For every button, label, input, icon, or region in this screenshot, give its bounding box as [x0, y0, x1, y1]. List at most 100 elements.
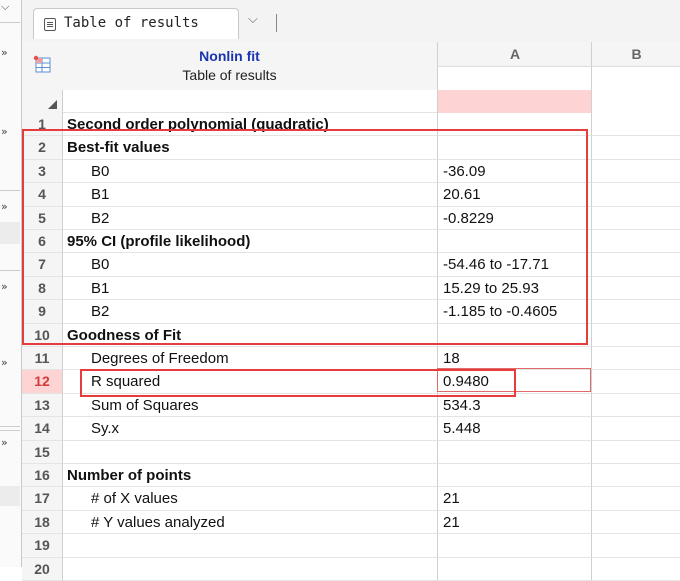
- value-cell-a[interactable]: [437, 136, 591, 160]
- value-cell-a[interactable]: 18: [437, 347, 591, 371]
- value-cell-a[interactable]: 5.448: [437, 417, 591, 441]
- row-number[interactable]: 11: [22, 347, 63, 371]
- value-cell-b[interactable]: [591, 557, 680, 581]
- row-number[interactable]: 4: [22, 183, 63, 207]
- value-cell-b[interactable]: [591, 393, 680, 418]
- value-cell-b[interactable]: [591, 230, 680, 254]
- expand-chevron-icon[interactable]: »: [1, 200, 8, 213]
- value-cell-a[interactable]: 534.3: [437, 393, 591, 418]
- row-label-cell[interactable]: Second order polynomial (quadratic): [63, 113, 437, 137]
- value-cell-a[interactable]: 21: [437, 510, 591, 535]
- row-number[interactable]: 12: [22, 370, 63, 394]
- value-cell-b[interactable]: [591, 440, 680, 464]
- row-number[interactable]: 18: [22, 510, 63, 535]
- row-label-cell[interactable]: Degrees of Freedom: [63, 347, 437, 371]
- row-number[interactable]: 15: [22, 440, 63, 464]
- value-cell-b[interactable]: [591, 347, 680, 371]
- value-cell-b[interactable]: [591, 206, 680, 230]
- value-cell-b[interactable]: [591, 136, 680, 160]
- row-label-cell[interactable]: B2: [63, 207, 437, 230]
- table-row: 7 B0 -54.46 to -17.71: [22, 253, 680, 277]
- value-cell-a[interactable]: [437, 440, 591, 464]
- row-number[interactable]: 19: [22, 534, 63, 558]
- value-cell-a[interactable]: 15.29 to 25.93: [437, 276, 591, 301]
- value-cell-b[interactable]: [591, 510, 680, 535]
- row-label-cell[interactable]: B2: [63, 300, 437, 324]
- row-number[interactable]: 2: [22, 136, 63, 160]
- row-label-cell[interactable]: [63, 558, 437, 581]
- row-label-cell[interactable]: B1: [63, 277, 437, 301]
- value-cell-b[interactable]: [591, 487, 680, 511]
- expand-chevron-icon[interactable]: »: [1, 280, 8, 293]
- row-number[interactable]: 16: [22, 464, 63, 488]
- row-label-cell[interactable]: # of X values: [63, 487, 437, 511]
- row-number[interactable]: 10: [22, 323, 63, 347]
- row-label-cell[interactable]: B1: [63, 183, 437, 207]
- tab-dropdown-icon[interactable]: ⌵: [248, 12, 258, 27]
- row-number[interactable]: 13: [22, 393, 63, 418]
- value-cell-b[interactable]: [591, 300, 680, 324]
- row-label-cell[interactable]: [63, 534, 437, 558]
- row-number[interactable]: 17: [22, 487, 63, 511]
- value-cell-a[interactable]: -1.185 to -0.4605: [437, 300, 591, 324]
- expand-chevron-icon[interactable]: »: [1, 436, 8, 449]
- column-header-a[interactable]: A: [437, 42, 592, 90]
- expand-chevron-icon[interactable]: »: [1, 356, 8, 369]
- value-cell-b[interactable]: [591, 370, 680, 394]
- value-cell-a[interactable]: [437, 113, 591, 137]
- row-number[interactable]: 8: [22, 276, 63, 301]
- value-cell-b[interactable]: [591, 323, 680, 347]
- row-label-cell[interactable]: R squared: [63, 370, 437, 394]
- value-cell-b[interactable]: [591, 417, 680, 441]
- value-cell-b[interactable]: [591, 253, 680, 277]
- value-cell-a[interactable]: [437, 464, 591, 488]
- value-cell-a[interactable]: -36.09: [437, 159, 591, 184]
- value-cell-b[interactable]: [591, 159, 680, 184]
- column-a-selected-header[interactable]: [437, 90, 591, 113]
- row-label-cell[interactable]: 95% CI (profile likelihood): [63, 230, 437, 254]
- row-label-cell[interactable]: Best-fit values: [63, 136, 437, 160]
- select-all-corner[interactable]: [22, 90, 63, 113]
- value-cell-a[interactable]: [437, 230, 591, 254]
- tab-table-of-results[interactable]: Table of results: [33, 8, 239, 39]
- row-number[interactable]: 9: [22, 300, 63, 324]
- column-b-title-cell[interactable]: [592, 66, 680, 90]
- value-cell-a[interactable]: 21: [437, 487, 591, 511]
- collapse-chevron-icon[interactable]: ⌵: [1, 0, 9, 14]
- sheet-header: Nonlin fit Table of results A B: [22, 42, 680, 91]
- row-number[interactable]: 6: [22, 230, 63, 254]
- row-number[interactable]: 3: [22, 159, 63, 184]
- column-header-b[interactable]: B: [591, 42, 680, 90]
- value-cell-b[interactable]: [591, 183, 680, 207]
- table-row: 2 Best-fit values: [22, 136, 680, 160]
- value-cell-a[interactable]: -0.8229: [437, 206, 591, 230]
- value-cell-a[interactable]: [437, 534, 591, 558]
- column-a-title-cell[interactable]: [438, 66, 592, 90]
- expand-chevron-icon[interactable]: »: [1, 125, 8, 138]
- row-label-cell[interactable]: Number of points: [63, 464, 437, 488]
- value-cell-b[interactable]: [591, 534, 680, 558]
- value-cell-a[interactable]: 0.9480: [437, 370, 591, 394]
- row-label-cell[interactable]: B0: [63, 253, 437, 277]
- value-cell-a[interactable]: -54.46 to -17.71: [437, 253, 591, 277]
- value-cell-b[interactable]: [591, 276, 680, 301]
- value-cell-b[interactable]: [591, 113, 680, 137]
- value-cell-a[interactable]: [437, 323, 591, 347]
- row-label-cell[interactable]: B0: [63, 160, 437, 184]
- row-label-cell[interactable]: # Y values analyzed: [63, 511, 437, 535]
- row-label-cell[interactable]: Goodness of Fit: [63, 324, 437, 347]
- row-number[interactable]: 5: [22, 206, 63, 230]
- value-cell-a[interactable]: [437, 557, 591, 581]
- row-number[interactable]: 1: [22, 113, 63, 137]
- value-cell-a[interactable]: 20.61: [437, 183, 591, 207]
- row-number[interactable]: 14: [22, 417, 63, 441]
- expand-chevron-icon[interactable]: »: [1, 46, 8, 59]
- row-title-cell[interactable]: [63, 90, 437, 113]
- row-label-cell[interactable]: Sy.x: [63, 417, 437, 441]
- row-label-cell[interactable]: [63, 441, 437, 464]
- value-cell-b[interactable]: [591, 464, 680, 488]
- row-number[interactable]: 7: [22, 253, 63, 277]
- column-b-blank-cell[interactable]: [591, 90, 680, 113]
- row-number[interactable]: 20: [22, 557, 63, 581]
- row-label-cell[interactable]: Sum of Squares: [63, 394, 437, 418]
